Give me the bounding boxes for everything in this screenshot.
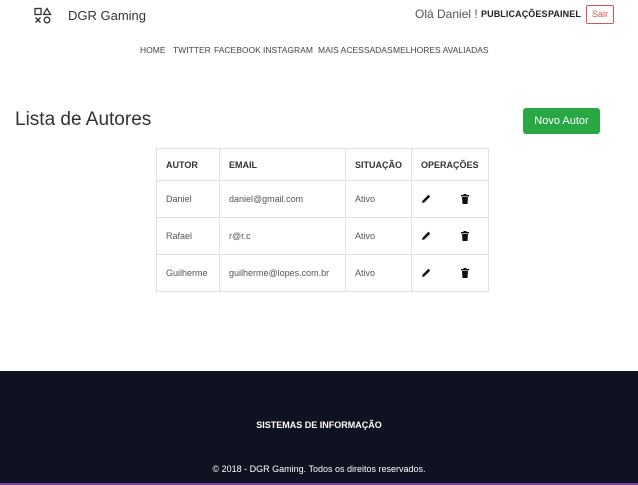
subnav-melhores-avaliadas-link[interactable]: MELHORES AVALIADAS	[393, 45, 489, 55]
column-header-situacao: SITUAÇÃO	[345, 148, 412, 181]
trash-icon[interactable]	[459, 193, 471, 205]
subnav-mais-acessadas-link[interactable]: MAIS ACESSADAS	[318, 45, 393, 55]
footer-copyright: © 2018 - DGR Gaming. Todos os direitos r…	[212, 464, 426, 474]
author-email-cell: r@r.c	[219, 217, 346, 255]
subnav-facebook-link[interactable]: FACEBOOK	[214, 45, 261, 55]
operations-cell	[411, 217, 489, 255]
playstation-symbols-icon[interactable]	[33, 7, 53, 25]
author-name-cell: Daniel	[156, 180, 220, 218]
subnav-twitter-link[interactable]: TWITTER	[173, 45, 211, 55]
table-row: Rafael r@r.c Ativo	[156, 217, 489, 255]
logout-button[interactable]: Sair	[586, 5, 614, 24]
author-name-cell: Guilherme	[156, 254, 220, 292]
column-header-autor: AUTOR	[156, 148, 220, 181]
page-title: Lista de Autores	[15, 109, 152, 130]
user-greeting: Olá Daniel !	[415, 7, 478, 21]
column-header-email: EMAIL	[219, 148, 346, 181]
brand-name[interactable]: DGR Gaming	[68, 8, 146, 23]
pencil-icon[interactable]	[420, 230, 432, 242]
pencil-icon[interactable]	[420, 193, 432, 205]
trash-icon[interactable]	[459, 267, 471, 279]
new-author-button[interactable]: Novo Autor	[523, 108, 600, 134]
subnav-instagram-link[interactable]: INSTAGRAM	[263, 45, 313, 55]
author-status-cell: Ativo	[345, 254, 412, 292]
footer-title: SISTEMAS DE INFORMAÇÃO	[256, 420, 382, 430]
top-navbar: DGR Gaming Olá Daniel ! PUBLICAÇÕES PAIN…	[0, 0, 638, 32]
subnav-home-link[interactable]: HOME	[140, 45, 166, 55]
table-row: Daniel daniel@gmail.com Ativo	[156, 180, 489, 218]
nav-publicacoes-link[interactable]: PUBLICAÇÕES	[481, 9, 548, 19]
operations-cell	[411, 254, 489, 292]
author-email-cell: guilherme@lopes.com.br	[219, 254, 346, 292]
column-header-operacoes: OPERAÇÕES	[411, 148, 489, 181]
author-email-cell: daniel@gmail.com	[219, 180, 346, 218]
operations-cell	[411, 180, 489, 218]
trash-icon[interactable]	[459, 230, 471, 242]
author-status-cell: Ativo	[345, 217, 412, 255]
page-footer: SISTEMAS DE INFORMAÇÃO © 2018 - DGR Gami…	[0, 371, 638, 485]
pencil-icon[interactable]	[420, 267, 432, 279]
author-name-cell: Rafael	[156, 217, 220, 255]
nav-painel-link[interactable]: PAINEL	[548, 9, 581, 19]
authors-table: AUTOR EMAIL SITUAÇÃO OPERAÇÕES Daniel da…	[156, 148, 489, 292]
table-row: Guilherme guilherme@lopes.com.br Ativo	[156, 254, 489, 292]
author-status-cell: Ativo	[345, 180, 412, 218]
table-header-row: AUTOR EMAIL SITUAÇÃO OPERAÇÕES	[156, 148, 489, 181]
